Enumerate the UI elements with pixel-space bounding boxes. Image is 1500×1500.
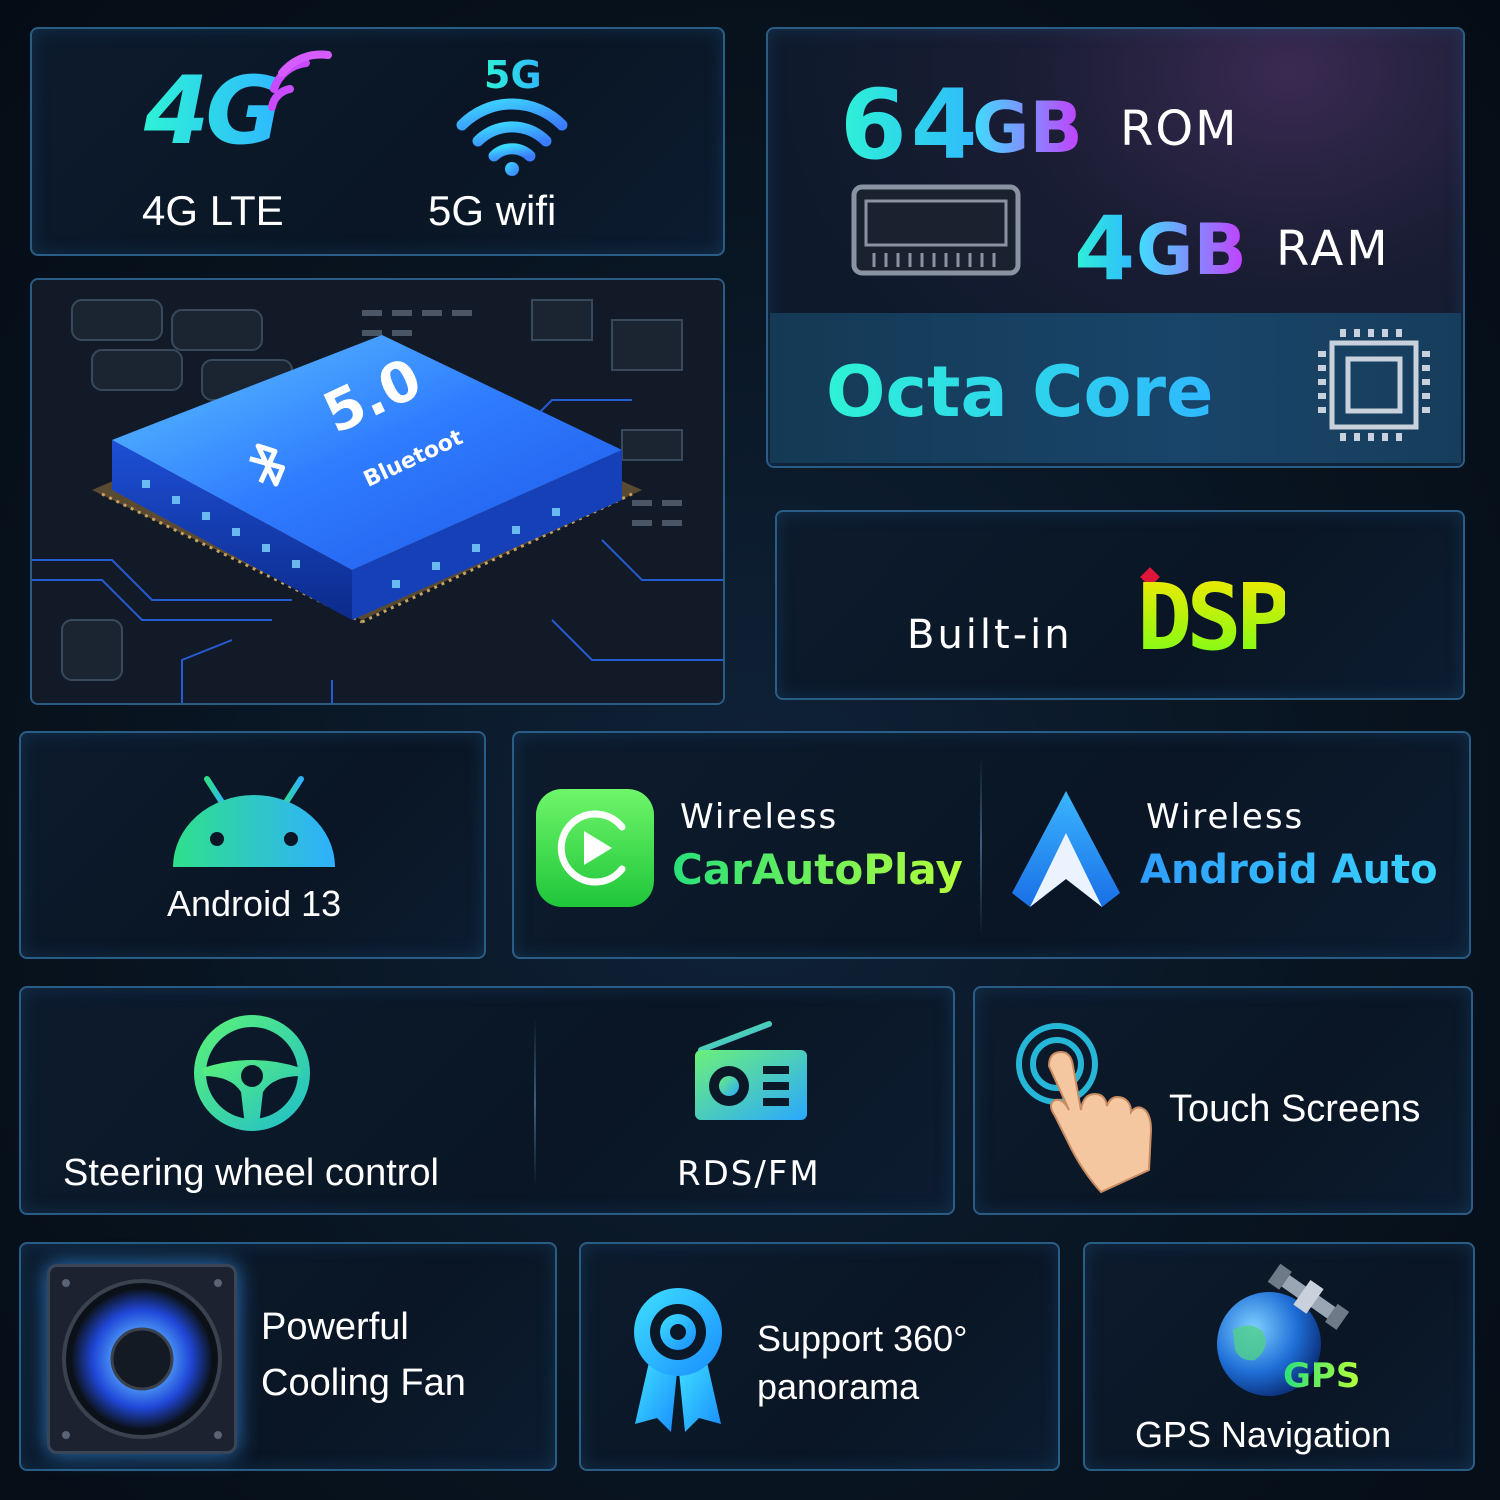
fan-line2: Cooling Fan (261, 1362, 466, 1404)
steering-radio-divider (534, 1018, 536, 1188)
camera-360-icon (634, 1288, 722, 1432)
touch-label: Touch Screens (1169, 1088, 1421, 1130)
dsp-prefix: Built-in (907, 612, 1073, 658)
projection-panel: Wireless CarAutoPlay Wireless Android Au… (512, 731, 1471, 959)
memory-panel: 64 GB ROM 4 GB RAM Octa Core (766, 27, 1465, 468)
panorama-panel: Support 360° panorama (579, 1242, 1060, 1471)
fan-image (47, 1264, 237, 1454)
connectivity-panel: 4G 4G LTE 5G 5G wifi (30, 27, 725, 256)
fan-panel: Powerful Cooling Fan (19, 1242, 557, 1471)
dsp-logo: DSP (1137, 564, 1291, 671)
wifi-icon (456, 98, 568, 176)
gps-badge: GPS (1283, 1356, 1361, 1396)
android-robot-icon (173, 776, 335, 867)
radio-icon (695, 1021, 807, 1120)
radio-label: RDS/FM (677, 1154, 821, 1194)
signal-icon (268, 50, 332, 111)
android-panel: Android 13 (19, 731, 486, 959)
gps-panel: GPS GPS Navigation (1083, 1242, 1475, 1471)
projection-divider (980, 755, 982, 935)
bluetooth-panel: 5.0 Bluetoot (30, 278, 725, 705)
memory-chip-icon (851, 184, 1021, 276)
5g-badge: 5G (484, 53, 542, 97)
panorama-line2: panorama (757, 1366, 920, 1407)
touch-hand-icon (1016, 1023, 1153, 1194)
bluetooth-icon (249, 443, 286, 487)
panorama-line1: Support 360° (757, 1318, 968, 1359)
rom-number: 64 (840, 69, 982, 181)
rom-label: ROM (1120, 101, 1239, 157)
cpu-icon (1318, 329, 1430, 441)
4g-lte-label: 4G LTE (142, 187, 284, 234)
android-auto-name: Android Auto (1140, 847, 1438, 893)
fan-line1: Powerful (261, 1306, 409, 1348)
dsp-panel: Built-in DSP (775, 510, 1465, 700)
steering-radio-panel: Steering wheel control RDS/FM (19, 986, 955, 1215)
steering-label: Steering wheel control (63, 1152, 439, 1194)
gps-label: GPS Navigation (1135, 1414, 1392, 1455)
carplay-top-label: Wireless (680, 797, 839, 837)
touch-panel: Touch Screens (973, 986, 1473, 1215)
carplay-icon (536, 789, 654, 907)
android-auto-icon (1012, 791, 1120, 907)
ram-number: 4 (1074, 197, 1136, 300)
cpu-label: Octa Core (826, 351, 1214, 433)
rom-unit: GB (972, 87, 1083, 169)
android-auto-top-label: Wireless (1146, 797, 1305, 837)
5g-wifi-label: 5G wifi (428, 187, 557, 234)
steering-wheel-icon (194, 1015, 310, 1131)
android-label: Android 13 (167, 883, 342, 924)
4g-badge: 4G (144, 57, 283, 166)
circuit-board-image (32, 280, 723, 703)
carplay-name: CarAutoPlay (672, 845, 963, 894)
ram-unit: GB (1136, 209, 1247, 291)
ram-label: RAM (1276, 221, 1391, 277)
